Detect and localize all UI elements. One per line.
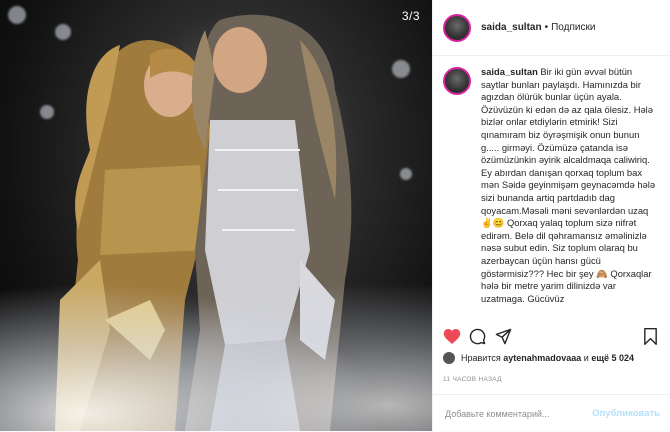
caption-text: Bir iki gün əvvəl bütün saytlar bunları …: [481, 66, 656, 304]
post-photo[interactable]: 3/3: [0, 0, 432, 431]
caption-username[interactable]: saida_sultan: [481, 66, 538, 77]
likes-and: и: [583, 353, 589, 363]
username-link[interactable]: saida_sultan: [481, 22, 542, 33]
instagram-post: 3/3 saida_sultan • Подписки saida_sultan…: [0, 0, 670, 431]
post-sidebar: saida_sultan • Подписки saida_sultan Bir…: [432, 0, 670, 431]
liker-username[interactable]: aytenahmadovaaa: [503, 353, 581, 363]
caption-text-block: saida_sultan Bir iki gün əvvəl bütün say…: [481, 66, 659, 305]
liker-avatar[interactable]: [443, 352, 455, 364]
stage-smoke: [0, 261, 432, 431]
comment-icon[interactable]: [469, 328, 486, 345]
avatar[interactable]: [443, 13, 471, 42]
heart-icon[interactable]: [443, 328, 461, 345]
caption-avatar[interactable]: [443, 67, 471, 95]
share-icon[interactable]: [495, 328, 512, 345]
add-comment-bar: Опубликовать: [433, 394, 670, 432]
likes-count[interactable]: ещё 5 024: [591, 353, 634, 363]
likes-line: Нравится aytenahmadovaaa и ещё 5 024: [443, 352, 634, 364]
separator-dot: •: [544, 22, 549, 33]
likes-prefix: Нравится: [461, 353, 501, 363]
carousel-counter: 3/3: [401, 9, 420, 23]
action-bar: [433, 324, 670, 354]
comment-input[interactable]: [443, 407, 587, 420]
caption: saida_sultan Bir iki gün əvvəl bütün say…: [433, 56, 670, 305]
post-timestamp[interactable]: 11 ЧАСОВ НАЗАД: [443, 376, 502, 383]
comments-area[interactable]: saida_sultan Bir iki gün əvvəl bütün say…: [433, 56, 670, 318]
bookmark-icon[interactable]: [643, 328, 658, 345]
post-header: saida_sultan • Подписки: [433, 0, 670, 56]
publish-button[interactable]: Опубликовать: [592, 408, 660, 419]
following-button[interactable]: Подписки: [551, 22, 595, 33]
